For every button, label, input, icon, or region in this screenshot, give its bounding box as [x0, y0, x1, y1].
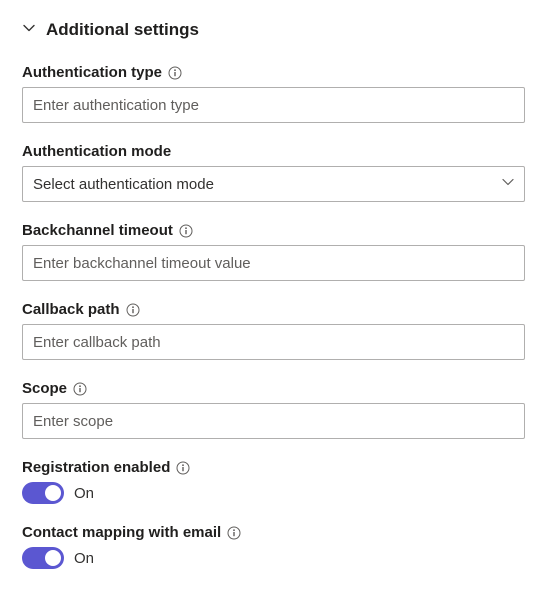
field-contact-mapping: Contact mapping with email On — [22, 524, 525, 569]
scope-label: Scope — [22, 380, 67, 397]
chevron-down-icon — [22, 21, 36, 40]
auth-type-label: Authentication type — [22, 64, 162, 81]
contact-mapping-label: Contact mapping with email — [22, 524, 221, 541]
auth-type-input[interactable] — [22, 87, 525, 123]
backchannel-timeout-input[interactable] — [22, 245, 525, 281]
field-backchannel-timeout: Backchannel timeout — [22, 222, 525, 281]
section-title: Additional settings — [46, 20, 199, 40]
contact-mapping-toggle[interactable] — [22, 547, 64, 569]
field-authentication-type: Authentication type — [22, 64, 525, 123]
backchannel-timeout-label: Backchannel timeout — [22, 222, 173, 239]
scope-input[interactable] — [22, 403, 525, 439]
callback-path-input[interactable] — [22, 324, 525, 360]
info-icon[interactable] — [179, 224, 193, 238]
info-icon[interactable] — [176, 461, 190, 475]
field-callback-path: Callback path — [22, 301, 525, 360]
info-icon[interactable] — [73, 382, 87, 396]
contact-mapping-state: On — [74, 550, 94, 567]
info-icon[interactable] — [126, 303, 140, 317]
auth-mode-label: Authentication mode — [22, 143, 171, 160]
section-header-additional-settings[interactable]: Additional settings — [22, 20, 525, 40]
auth-mode-select[interactable]: Select authentication mode — [22, 166, 525, 202]
toggle-knob — [45, 485, 61, 501]
info-icon[interactable] — [227, 526, 241, 540]
field-registration-enabled: Registration enabled On — [22, 459, 525, 504]
field-authentication-mode: Authentication mode Select authenticatio… — [22, 143, 525, 202]
registration-enabled-state: On — [74, 485, 94, 502]
info-icon[interactable] — [168, 66, 182, 80]
field-scope: Scope — [22, 380, 525, 439]
callback-path-label: Callback path — [22, 301, 120, 318]
auth-mode-selected: Select authentication mode — [33, 176, 214, 193]
registration-enabled-toggle[interactable] — [22, 482, 64, 504]
registration-enabled-label: Registration enabled — [22, 459, 170, 476]
toggle-knob — [45, 550, 61, 566]
